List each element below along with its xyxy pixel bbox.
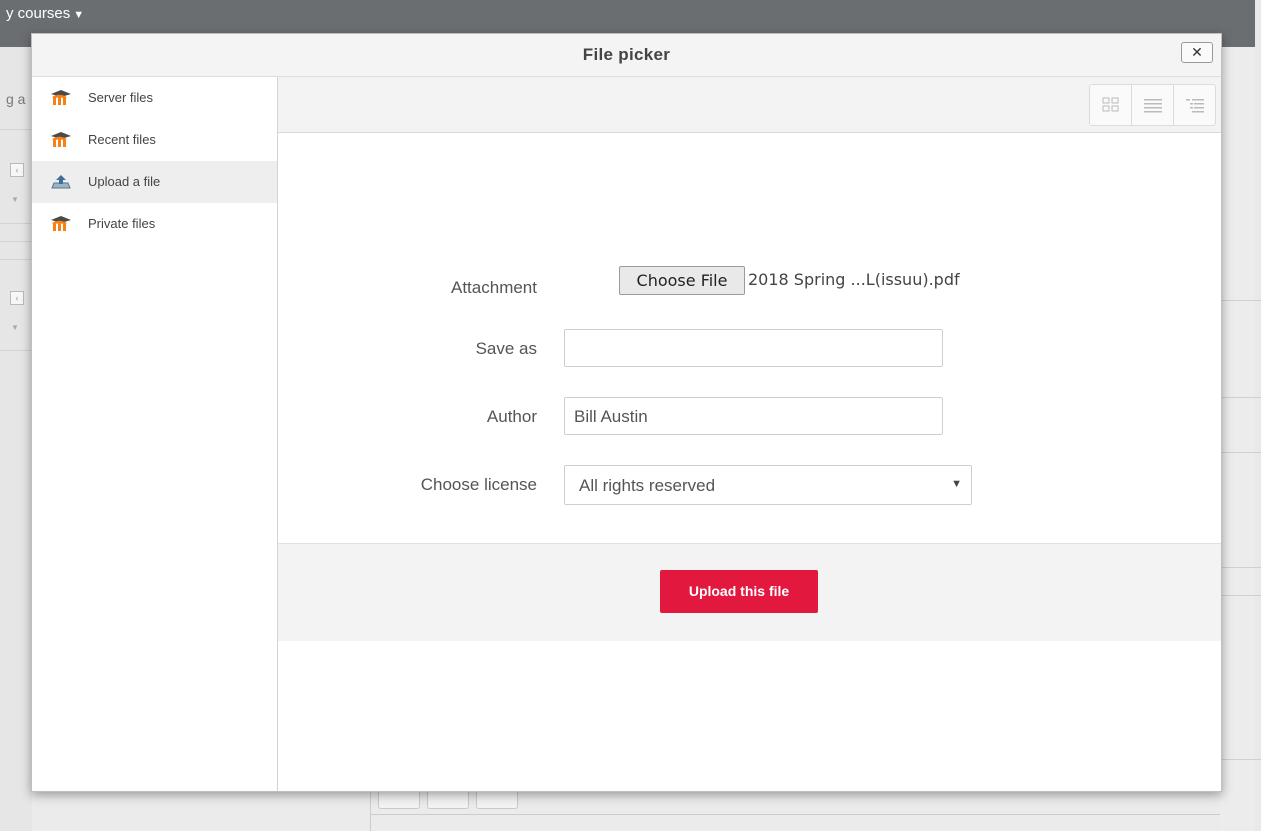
chevron-down-icon: ▼ [951,478,962,490]
sidebar-item-label: Private files [88,216,156,231]
list-view-button[interactable] [1132,85,1174,125]
editor-button[interactable] [427,790,469,809]
chosen-file-name: 2018 Spring ...L(issuu).pdf [748,270,960,289]
divider [0,350,32,351]
choose-file-button[interactable]: Choose File [619,266,745,295]
divider [0,223,32,224]
divider [1220,397,1261,398]
grid-icon [1102,97,1118,112]
license-selected-value: All rights reserved [579,476,716,495]
file-picker-toolbar [278,77,1221,133]
moodle-logo-icon [51,132,71,147]
license-select[interactable]: All rights reserved ▼ [564,465,972,505]
sidebar-item-private-files[interactable]: Private files [32,203,277,245]
view-mode-toggle [1089,84,1216,126]
author-label: Author [486,407,537,426]
divider [1220,300,1261,301]
list-icon [1143,99,1162,113]
chevron-down-icon[interactable]: ▼ [11,323,19,332]
file-picker-content: Attachment Choose File 2018 Spring ...L(… [278,77,1221,791]
dialog-footer: Upload this file [278,543,1221,641]
author-input[interactable]: Bill Austin [564,397,943,435]
background-right-strip [1220,47,1261,831]
moodle-logo-icon [51,90,71,105]
dialog-header: File picker ✕ [32,34,1221,77]
chevron-down-icon: ▼ [73,9,85,21]
choose-license-label: Choose license [420,475,537,494]
divider [1220,595,1261,596]
divider [0,259,32,260]
chevron-down-icon[interactable]: ▼ [11,195,19,204]
attachment-row: Attachment Choose File 2018 Spring ...L(… [278,266,1221,308]
tree-list-icon [1185,99,1204,113]
save-as-input[interactable] [564,329,943,367]
tree-view-button[interactable] [1174,85,1215,125]
close-button[interactable]: ✕ [1181,42,1213,63]
save-as-row: Save as [278,329,1221,369]
background-text-fragment: g a [6,91,26,107]
repository-sidebar: Server files Recent files Upload a file [32,77,278,791]
sidebar-item-server-files[interactable]: Server files [32,77,277,119]
divider [0,241,32,242]
attachment-label: Attachment [451,278,537,297]
moodle-logo-icon [51,216,71,231]
divider [1220,452,1261,453]
collapse-left-icon[interactable]: ‹ [10,163,24,177]
sidebar-item-label: Recent files [88,132,156,147]
divider [370,790,371,831]
close-icon: ✕ [1191,44,1203,60]
editor-button[interactable] [476,790,518,809]
license-row: Choose license All rights reserved ▼ [278,465,1221,505]
dialog-title: File picker [582,45,671,64]
save-as-label: Save as [475,339,537,358]
divider [371,814,1220,815]
sidebar-item-label: Server files [88,90,154,105]
author-row: Author Bill Austin [278,397,1221,437]
my-courses-label: y courses [6,5,71,22]
file-picker-dialog: File picker ✕ Server files Recent files [31,33,1222,792]
background-left-strip: g a ‹ ▼ ‹ ▼ [0,47,32,831]
upload-this-file-button[interactable]: Upload this file [660,570,818,613]
my-courses-menu[interactable]: y courses ▼ [6,5,84,22]
background-editor-toolbar [32,790,1220,831]
sidebar-item-upload-a-file[interactable]: Upload a file [32,161,277,203]
divider [1220,567,1261,568]
divider [0,129,32,130]
icons-view-button[interactable] [1090,85,1132,125]
editor-button[interactable] [378,790,420,809]
collapse-left-icon[interactable]: ‹ [10,291,24,305]
sidebar-item-recent-files[interactable]: Recent files [32,119,277,161]
upload-icon [51,175,71,189]
divider [1220,759,1261,760]
sidebar-item-label: Upload a file [88,174,161,189]
